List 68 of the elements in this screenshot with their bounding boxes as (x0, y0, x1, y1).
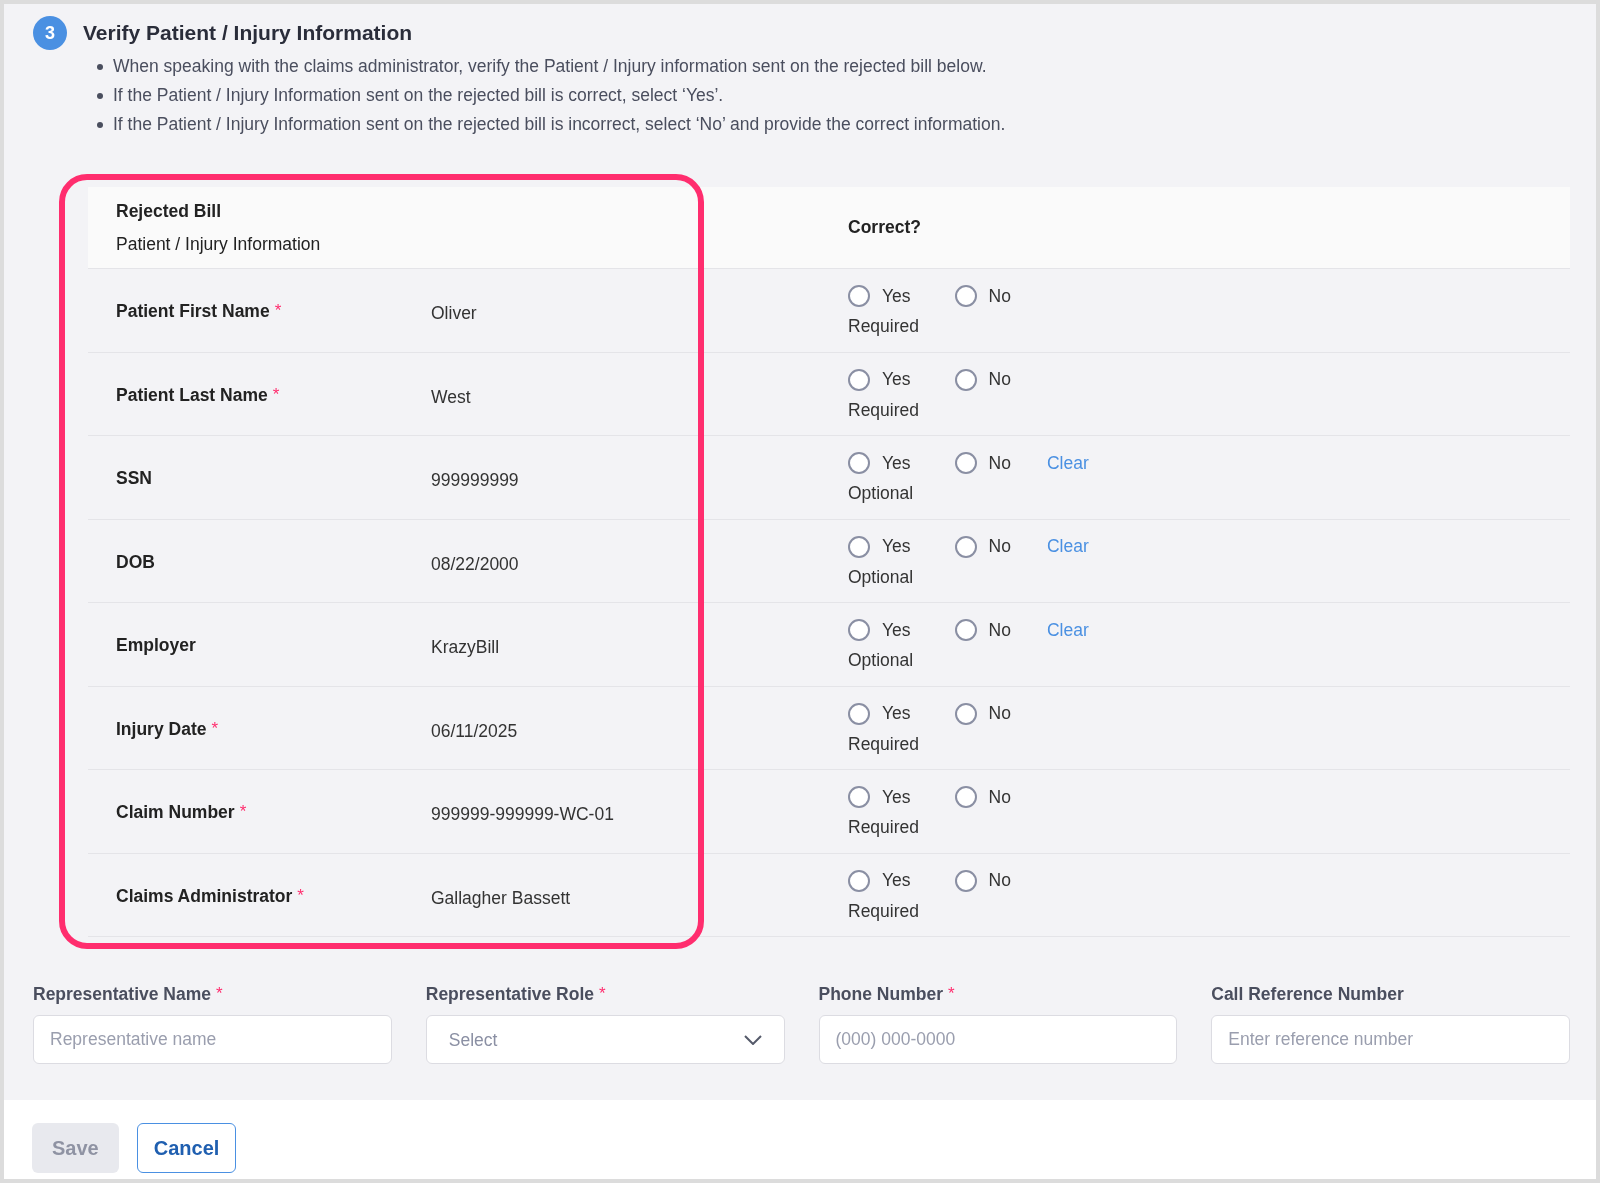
required-mark: * (239, 801, 247, 824)
bullet-icon (97, 92, 103, 99)
field-value: KrazyBill (431, 636, 501, 659)
radio-option[interactable]: Yes (848, 366, 911, 393)
radio-option[interactable]: Yes (848, 867, 911, 894)
input-field[interactable]: Representative name (33, 1015, 392, 1065)
required-mark: * (947, 983, 955, 1006)
required-mark: * (272, 383, 280, 406)
radio-option[interactable]: Yes (848, 616, 911, 644)
field-value: 06/11/2025 (431, 719, 519, 743)
radio-option[interactable]: Yes (848, 700, 911, 727)
radio-option[interactable]: No (954, 867, 1011, 894)
cancel-button[interactable]: Cancel (136, 1123, 237, 1173)
field-label: DOB (116, 550, 155, 574)
required-mark: * (216, 983, 223, 1006)
input-field[interactable]: (000) 000-0000 (818, 1015, 1178, 1065)
instruction-text: If the Patient / Injury Information sent on the rejected bill is incorrect, select ‘No’ and provide the correct information. (113, 113, 1006, 137)
field-requirement: Required (848, 816, 921, 839)
field-requirement: Optional (848, 565, 915, 589)
field-label: Representative Name (33, 983, 211, 1006)
radio-option[interactable]: No (954, 700, 1011, 727)
input-field[interactable]: Enter reference number (1211, 1015, 1570, 1065)
chevron-down-icon (743, 1034, 762, 1045)
field-label: Phone Number (818, 983, 943, 1006)
radio-option[interactable]: No (954, 616, 1011, 644)
instruction-text: If the Patient / Injury Information sent on the rejected bill is correct, select ‘Yes’. (113, 84, 724, 108)
field-value: West (431, 385, 472, 409)
required-mark: * (297, 884, 304, 907)
radio-option[interactable]: Yes (848, 783, 911, 811)
column-title: Rejected Bill (116, 200, 223, 224)
radio-option[interactable]: No (954, 366, 1011, 393)
bullet-icon (97, 121, 103, 128)
field-value: Oliver (431, 302, 478, 325)
field-value: 08/22/2000 (431, 552, 520, 576)
field-value: 999999999 (431, 469, 520, 492)
radio-option[interactable]: Yes (848, 449, 911, 477)
step-badge: 3 (33, 16, 67, 50)
field-value: 999999-999999-WC-01 (431, 803, 615, 826)
field-label: Claim Number (116, 801, 235, 824)
field-requirement: Required (848, 732, 921, 756)
field-value: Gallagher Bassett (431, 886, 572, 910)
field-requirement: Optional (848, 482, 915, 505)
instruction-text: When speaking with the claims administrator, verify the Patient / Injury information sent on the rejected bill below. (113, 55, 987, 79)
field-requirement: Required (848, 398, 921, 422)
radio-option[interactable]: Yes (848, 533, 911, 560)
field-requirement: Required (848, 315, 921, 338)
field-label: SSN (116, 467, 152, 490)
radio-option[interactable]: No (954, 533, 1011, 560)
field-requirement: Required (848, 899, 921, 923)
column-subtitle: Patient / Injury Information (116, 232, 322, 256)
field-label: Claims Administrator (116, 884, 293, 908)
step-title: Verify Patient / Injury Information (83, 20, 413, 47)
column-title: Correct? (848, 216, 921, 240)
field-label: Call Reference Number (1211, 983, 1404, 1006)
field-label: Patient First Name (116, 300, 270, 323)
radio-option[interactable]: Yes (848, 282, 911, 310)
radio-option[interactable]: No (954, 783, 1011, 811)
required-mark: * (211, 717, 219, 740)
field-label: Representative Role (425, 983, 594, 1006)
field-label: Employer (116, 634, 196, 657)
bullet-icon (97, 63, 103, 70)
required-mark: * (274, 300, 282, 323)
field-label: Patient Last Name (116, 383, 268, 407)
radio-option[interactable]: No (954, 449, 1011, 477)
field-requirement: Optional (848, 649, 915, 672)
required-mark: * (599, 983, 606, 1006)
field-label: Injury Date (116, 717, 207, 741)
radio-option[interactable]: No (954, 282, 1011, 310)
